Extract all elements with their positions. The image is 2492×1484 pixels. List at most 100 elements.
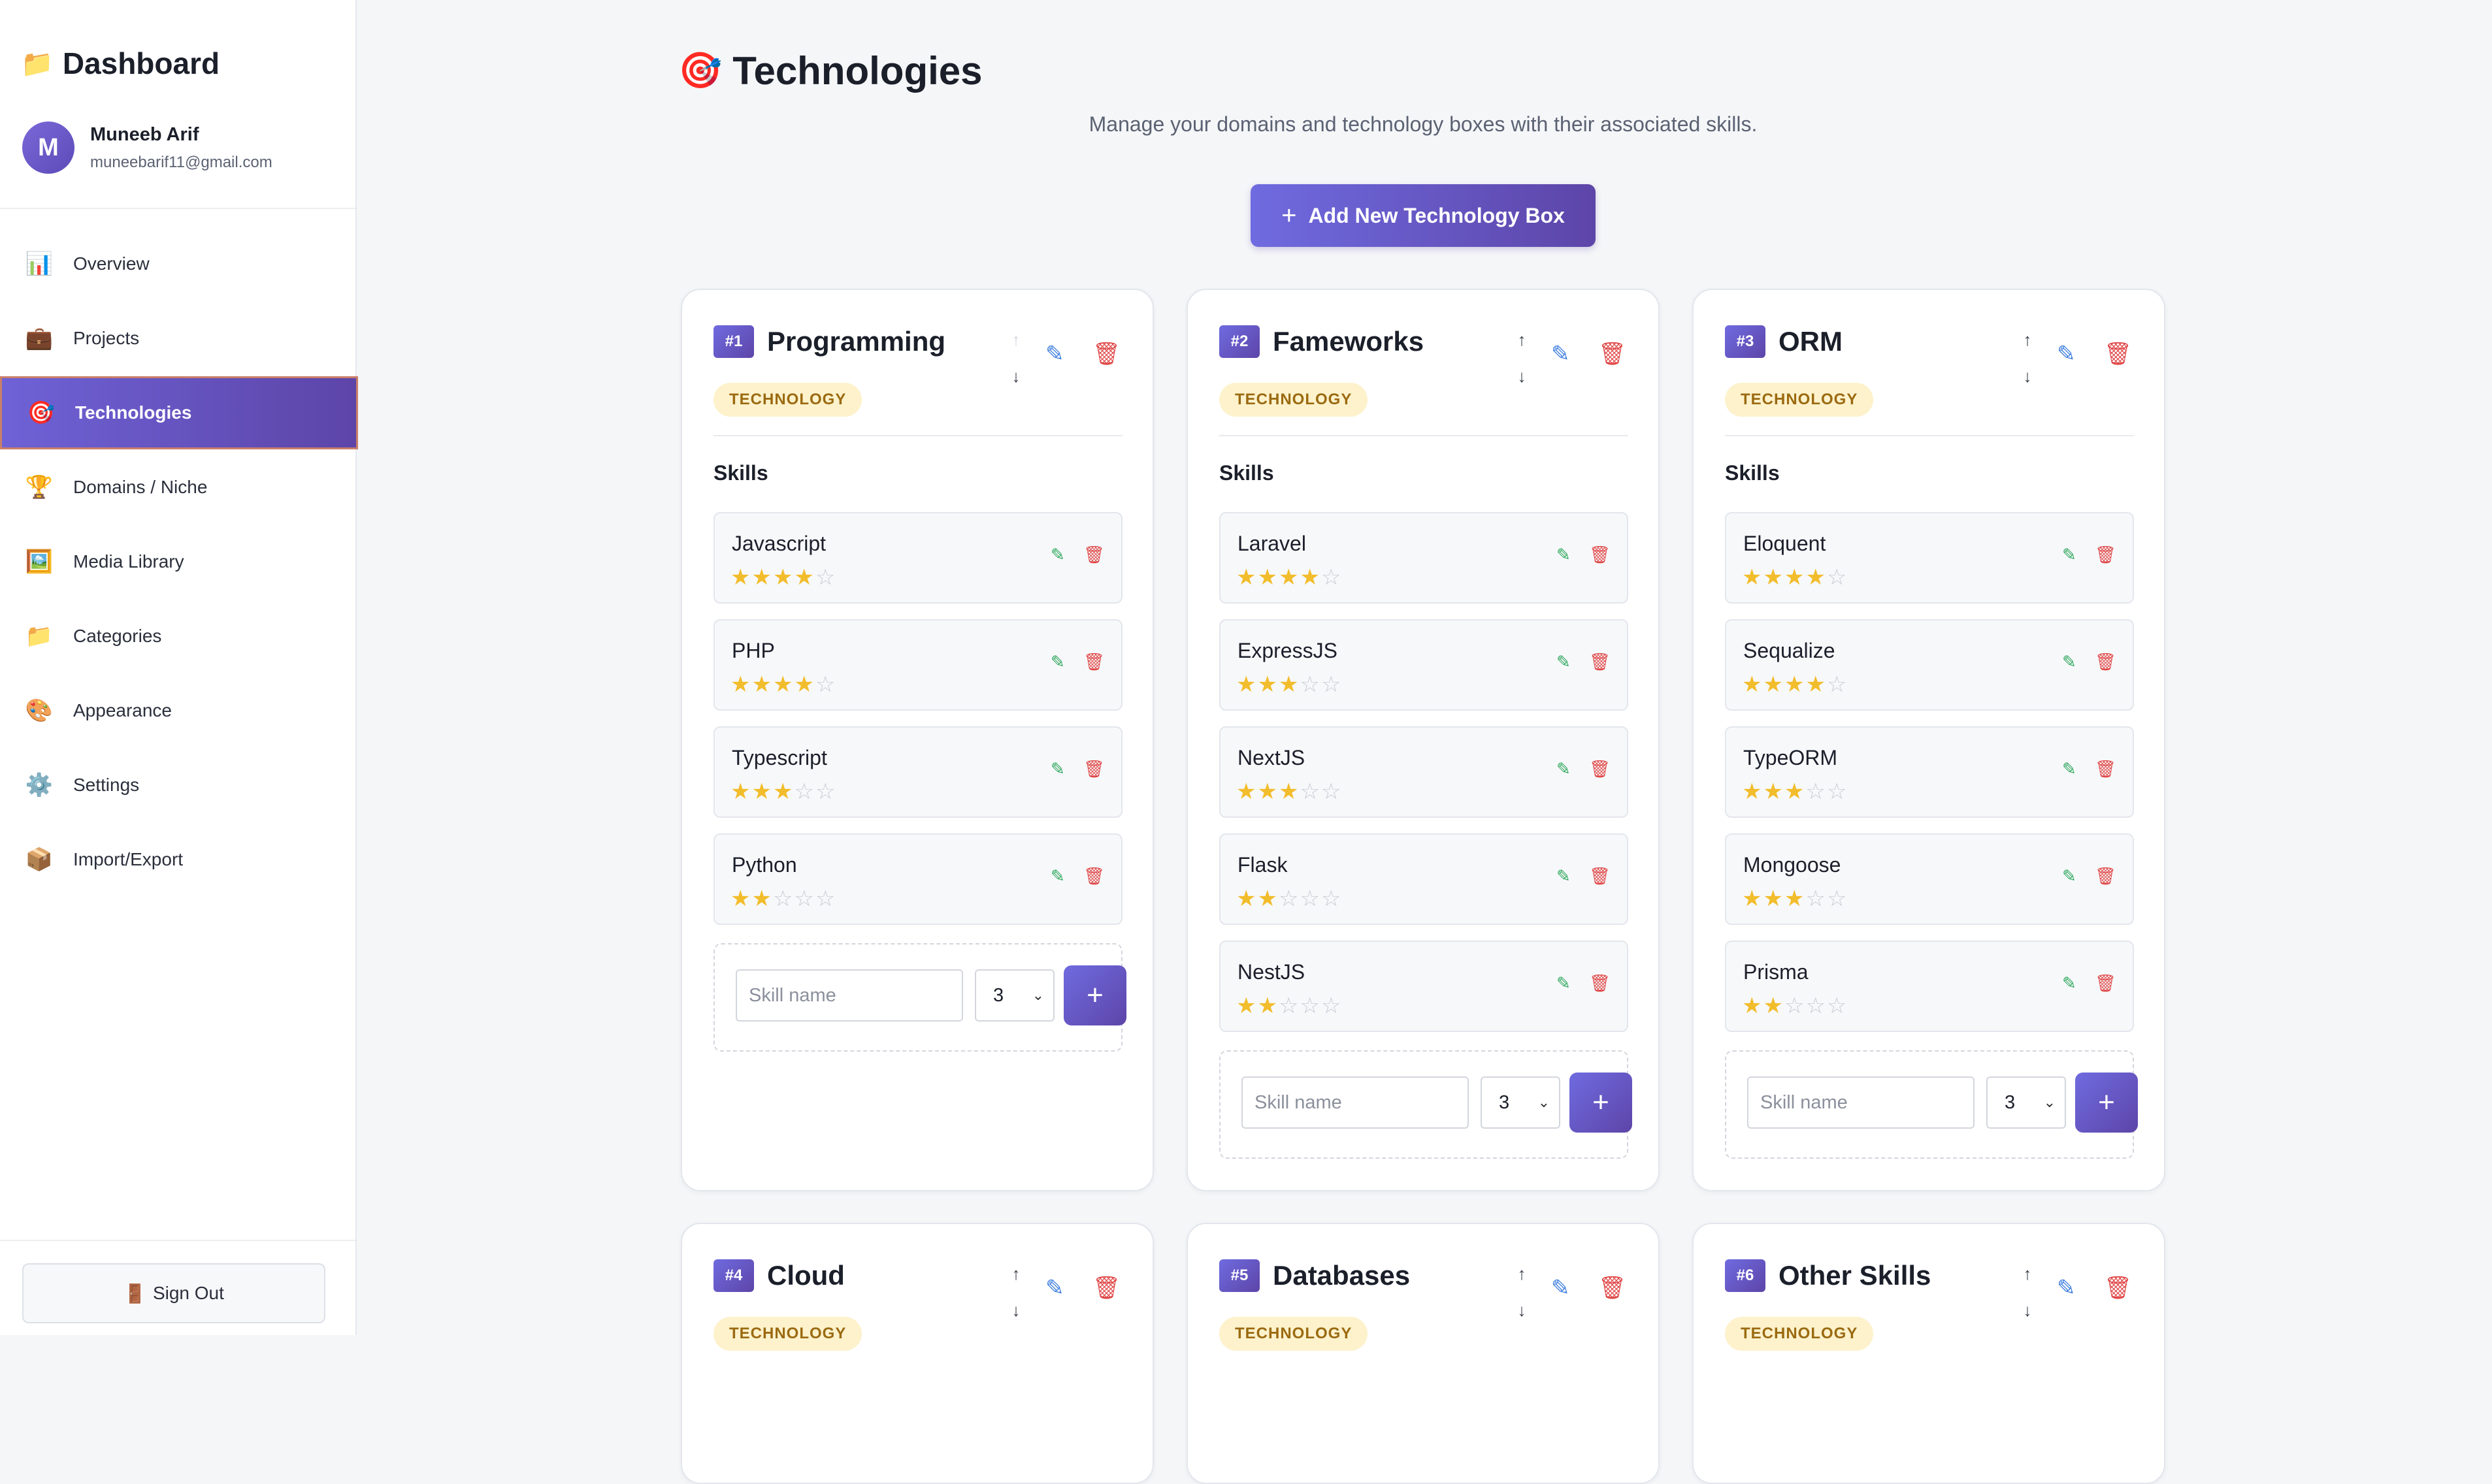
reorder-controls: ↑ ↓: [1512, 321, 1532, 395]
skill-rating-select[interactable]: 3 ⌄: [975, 969, 1055, 1022]
delete-skill-icon[interactable]: 🗑: [1083, 545, 1105, 565]
delete-skill-icon[interactable]: 🗑: [2095, 652, 2116, 672]
add-technology-box-button[interactable]: + Add New Technology Box: [1251, 184, 1596, 247]
move-up-icon[interactable]: ↑: [1006, 321, 1026, 358]
sidebar-item-label: Projects: [73, 328, 140, 348]
sidebar-item-projects[interactable]: 💼 Projects: [0, 302, 355, 375]
skill-name-input[interactable]: [1747, 1076, 1975, 1129]
edit-skill-icon[interactable]: ✎: [2062, 973, 2076, 993]
category-tag: TECHNOLOGY: [1725, 1317, 1874, 1351]
plus-icon: +: [1592, 1086, 1609, 1118]
delete-card-icon[interactable]: 🗑: [1598, 1275, 1626, 1301]
card-title: Databases: [1273, 1260, 1411, 1291]
edit-skill-icon[interactable]: ✎: [2062, 545, 2076, 565]
edit-skill-icon[interactable]: ✎: [1051, 545, 1065, 565]
delete-skill-icon[interactable]: 🗑: [1083, 866, 1105, 886]
sidebar-item-icon: 📊: [25, 251, 54, 276]
edit-card-icon[interactable]: ✎: [1045, 341, 1064, 367]
move-up-icon[interactable]: ↑: [2018, 1255, 2037, 1292]
edit-skill-icon[interactable]: ✎: [2062, 866, 2076, 886]
star-icon: ★: [1236, 779, 1258, 804]
sidebar-item-import-export[interactable]: 📦 Import/Export: [0, 823, 355, 896]
sidebar-divider: [0, 1240, 355, 1241]
move-down-icon[interactable]: ↓: [1006, 1292, 1026, 1329]
skill-name-input[interactable]: [1241, 1076, 1469, 1129]
star-icon: ★: [772, 565, 795, 590]
move-down-icon[interactable]: ↓: [2018, 1292, 2037, 1329]
move-up-icon[interactable]: ↑: [2018, 321, 2037, 358]
sidebar-item-appearance[interactable]: 🎨 Appearance: [0, 674, 355, 747]
star-icon: ★: [1784, 886, 1806, 911]
sidebar-item-settings[interactable]: ⚙️ Settings: [0, 749, 355, 822]
star-icon: ★: [751, 672, 773, 697]
edit-skill-icon[interactable]: ✎: [1556, 652, 1571, 672]
add-skill-button[interactable]: +: [1569, 1073, 1632, 1133]
skill-name: Eloquent: [1743, 532, 1826, 555]
delete-skill-icon[interactable]: 🗑: [2095, 973, 2116, 993]
star-icon: ★: [730, 672, 752, 697]
edit-skill-icon[interactable]: ✎: [1051, 759, 1065, 779]
move-up-icon[interactable]: ↑: [1512, 321, 1532, 358]
edit-skill-icon[interactable]: ✎: [1556, 866, 1571, 886]
star-icon: ★: [1742, 565, 1763, 590]
edit-skill-icon[interactable]: ✎: [2062, 759, 2076, 779]
delete-card-icon[interactable]: 🗑: [2104, 341, 2132, 367]
skills-heading: Skills: [713, 461, 768, 485]
edit-card-icon[interactable]: ✎: [1045, 1275, 1064, 1301]
sign-out-button[interactable]: 🚪 Sign Out: [22, 1263, 325, 1323]
delete-skill-icon[interactable]: 🗑: [1589, 759, 1611, 779]
selected-rating: 3: [2005, 1091, 2016, 1113]
move-down-icon[interactable]: ↓: [1512, 358, 1532, 395]
star-icon: ★: [1763, 565, 1784, 590]
star-icon: ☆: [1278, 886, 1300, 911]
card-header: #5 Databases: [1219, 1259, 1410, 1292]
skill-rating: ★★★☆☆: [1742, 779, 1848, 805]
edit-card-icon[interactable]: ✎: [2057, 341, 2076, 367]
edit-card-icon[interactable]: ✎: [1551, 1275, 1570, 1301]
delete-card-icon[interactable]: 🗑: [1598, 341, 1626, 367]
edit-skill-icon[interactable]: ✎: [1051, 652, 1065, 672]
add-skill-button[interactable]: +: [2075, 1073, 2138, 1133]
delete-skill-icon[interactable]: 🗑: [1083, 652, 1105, 672]
move-up-icon[interactable]: ↑: [1512, 1255, 1532, 1292]
delete-card-icon[interactable]: 🗑: [1092, 1275, 1121, 1301]
sidebar-item-categories[interactable]: 📁 Categories: [0, 600, 355, 673]
edit-skill-icon[interactable]: ✎: [1556, 759, 1571, 779]
add-skill-button[interactable]: +: [1064, 965, 1126, 1025]
edit-skill-icon[interactable]: ✎: [1556, 545, 1571, 565]
delete-skill-icon[interactable]: 🗑: [1589, 866, 1611, 886]
delete-card-icon[interactable]: 🗑: [2104, 1275, 2132, 1301]
skill-rating: ★★☆☆☆: [1742, 993, 1848, 1019]
delete-card-icon[interactable]: 🗑: [1092, 341, 1121, 367]
move-down-icon[interactable]: ↓: [2018, 358, 2037, 395]
user-profile: M Muneeb Arif muneebarif11@gmail.com: [22, 121, 272, 174]
delete-skill-icon[interactable]: 🗑: [1083, 759, 1105, 779]
move-down-icon[interactable]: ↓: [1006, 358, 1026, 395]
skill-name-input[interactable]: [736, 969, 963, 1022]
edit-skill-icon[interactable]: ✎: [2062, 652, 2076, 672]
sidebar-item-media-library[interactable]: 🖼️ Media Library: [0, 525, 355, 598]
star-icon: ☆: [1320, 672, 1343, 697]
sidebar-item-icon: 🎨: [25, 698, 54, 723]
skill-rating-select[interactable]: 3 ⌄: [1481, 1076, 1560, 1129]
skill-rating-select[interactable]: 3 ⌄: [1986, 1076, 2066, 1129]
edit-skill-icon[interactable]: ✎: [1051, 866, 1065, 886]
skill-item: NestJS ★★☆☆☆ ✎ 🗑: [1219, 941, 1628, 1032]
delete-skill-icon[interactable]: 🗑: [2095, 759, 2116, 779]
edit-skill-icon[interactable]: ✎: [1556, 973, 1571, 993]
delete-skill-icon[interactable]: 🗑: [1589, 973, 1611, 993]
move-down-icon[interactable]: ↓: [1512, 1292, 1532, 1329]
move-up-icon[interactable]: ↑: [1006, 1255, 1026, 1292]
delete-skill-icon[interactable]: 🗑: [2095, 545, 2116, 565]
star-icon: ☆: [815, 779, 837, 804]
card-divider: [1219, 435, 1628, 436]
sidebar-item-technologies[interactable]: 🎯 Technologies: [0, 376, 358, 449]
sidebar-item-domains-niche[interactable]: 🏆 Domains / Niche: [0, 451, 355, 524]
star-icon: ☆: [1320, 993, 1343, 1018]
delete-skill-icon[interactable]: 🗑: [1589, 652, 1611, 672]
delete-skill-icon[interactable]: 🗑: [1589, 545, 1611, 565]
edit-card-icon[interactable]: ✎: [1551, 341, 1570, 367]
edit-card-icon[interactable]: ✎: [2057, 1275, 2076, 1301]
delete-skill-icon[interactable]: 🗑: [2095, 866, 2116, 886]
sidebar-item-overview[interactable]: 📊 Overview: [0, 227, 355, 300]
